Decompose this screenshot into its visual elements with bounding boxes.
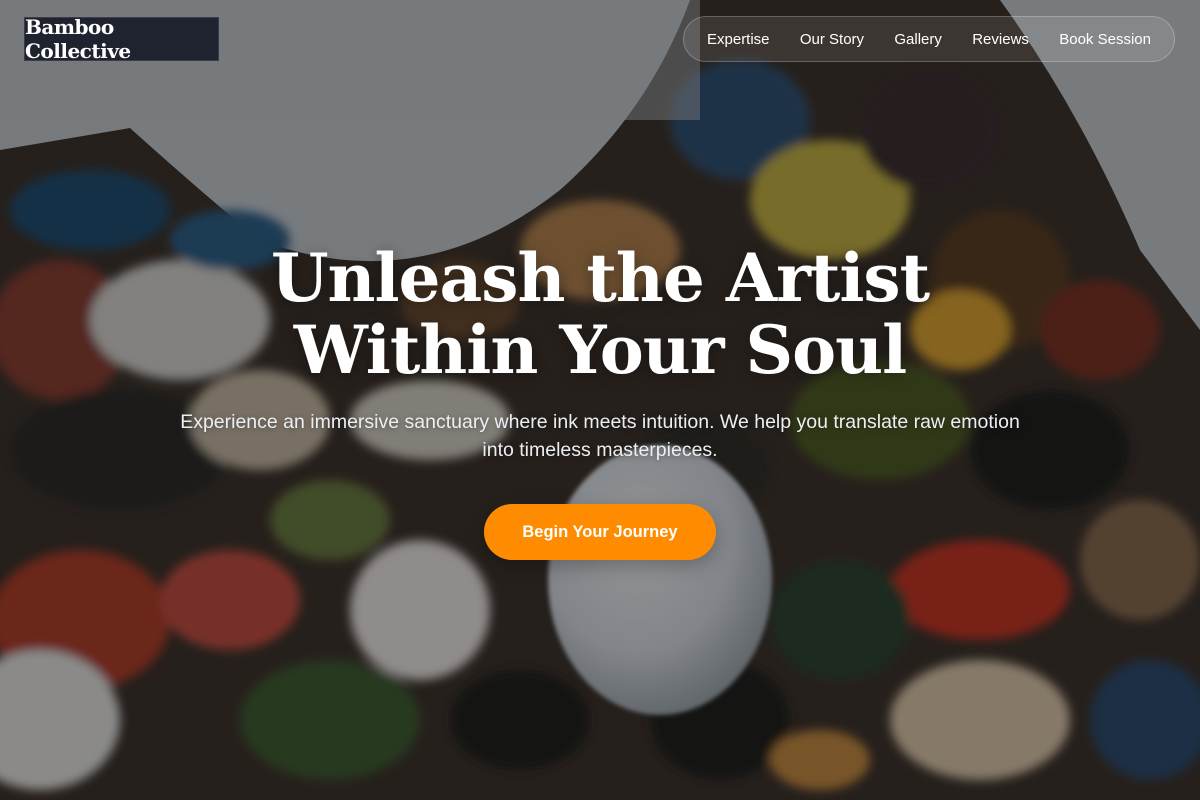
hero-section <box>0 0 1200 800</box>
hero-subtitle: Experience an immersive sanctuary where … <box>180 411 1020 461</box>
begin-journey-button[interactable]: Begin Your Journey <box>484 504 716 560</box>
brand-logo[interactable]: Bamboo Collective <box>24 15 219 63</box>
hero-dark-overlay <box>0 0 1200 800</box>
nav-item-reviews[interactable]: Reviews <box>972 31 1029 48</box>
nav-item-gallery[interactable]: Gallery <box>894 31 942 48</box>
nav-item-our-story[interactable]: Our Story <box>800 31 864 48</box>
main-navigation: Expertise Our Story Gallery Reviews Book… <box>683 16 1175 62</box>
hero-headline-line-1: Unleash the Artist <box>270 239 930 317</box>
nav-item-book-session[interactable]: Book Session <box>1059 31 1151 48</box>
hero-headline: Unleash the Artist Within Your Soul <box>100 242 1100 386</box>
hero-headline-line-2: Within Your Soul <box>293 311 907 389</box>
nav-item-expertise[interactable]: Expertise <box>707 31 770 48</box>
